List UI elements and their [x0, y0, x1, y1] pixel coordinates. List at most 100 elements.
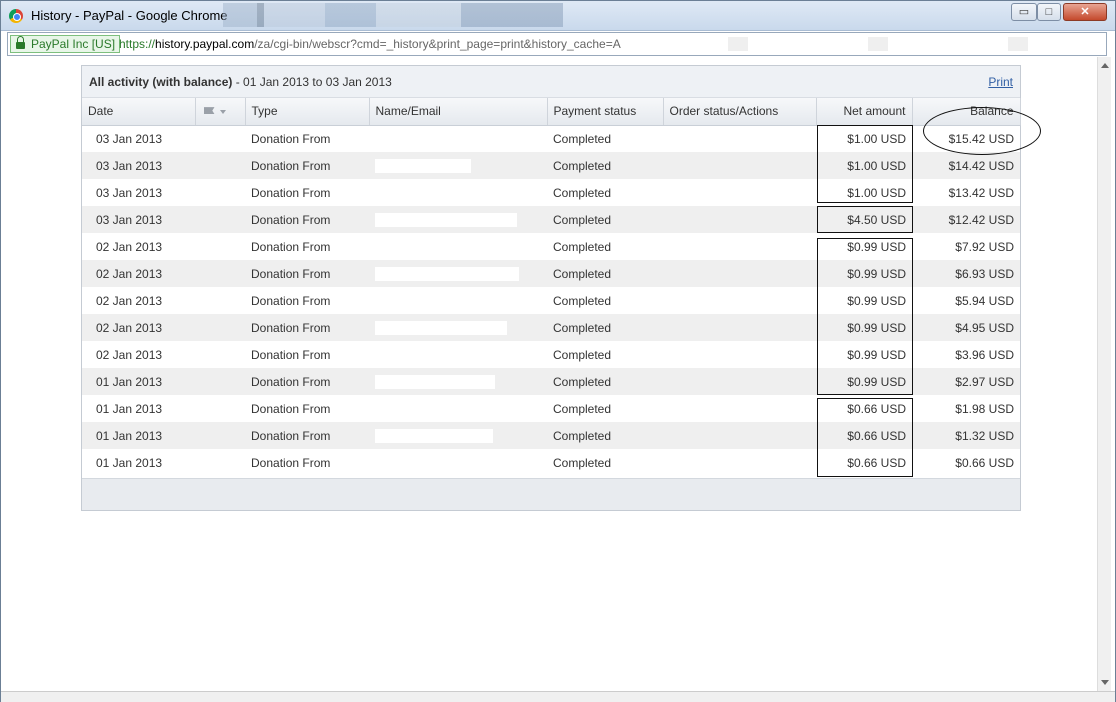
cell-date: 01 Jan 2013: [82, 368, 195, 395]
cell-type: Donation From: [251, 239, 331, 254]
lock-icon: [16, 36, 25, 49]
title-bar: History - PayPal - Google Chrome ▭ □ ✕: [1, 1, 1115, 31]
scroll-up-icon[interactable]: [1101, 63, 1109, 68]
cell-type: Donation From: [251, 185, 331, 200]
url-path: /za/cgi-bin/webscr?cmd=_history&print_pa…: [254, 37, 621, 51]
cell-type: Donation From: [251, 347, 331, 362]
chrome-icon: [9, 9, 23, 23]
cell-name: [369, 260, 547, 287]
cell-name: [369, 125, 547, 152]
cell-name: [369, 314, 547, 341]
col-header-flag[interactable]: [195, 98, 246, 126]
cell-date: 01 Jan 2013: [96, 455, 163, 470]
col-header-name[interactable]: Name/Email: [369, 98, 548, 126]
cell-order-status: [663, 152, 816, 179]
cell-flag: [195, 287, 245, 314]
url-protocol: https://: [119, 37, 156, 51]
url-text[interactable]: https://history.paypal.com/za/cgi-bin/we…: [119, 37, 679, 51]
cell-flag: [195, 179, 245, 206]
cell-payment-status: Completed: [547, 368, 663, 395]
cell-type: Donation From: [245, 206, 369, 233]
cell-payment-status: Completed: [553, 239, 612, 254]
col-header-payment-status[interactable]: Payment status: [547, 98, 664, 126]
cell-order-status: [663, 368, 816, 395]
cell-payment-status: Completed: [553, 293, 612, 308]
minimize-button[interactable]: ▭: [1011, 3, 1037, 21]
secure-label: PayPal Inc [US]: [31, 37, 116, 51]
cell-balance: $0.66 USD: [955, 455, 1014, 470]
cell-name: [369, 233, 547, 260]
cell-order-status: [663, 179, 816, 206]
cell-date: 02 Jan 2013: [82, 260, 195, 287]
cell-type: Donation From: [245, 152, 369, 179]
scroll-down-icon[interactable]: [1101, 680, 1109, 685]
cell-payment-status: Completed: [553, 401, 612, 416]
cell-flag: [195, 422, 245, 449]
annotation-box-2: [817, 206, 913, 233]
cell-order-status: [663, 287, 816, 314]
panel-footer: [82, 478, 1020, 510]
annotation-box-1: [817, 125, 913, 203]
col-header-date[interactable]: Date: [82, 98, 196, 126]
cell-order-status: [663, 314, 816, 341]
cell-payment-status: Completed: [553, 185, 612, 200]
maximize-button[interactable]: □: [1037, 3, 1061, 21]
cell-type: Donation From: [251, 401, 331, 416]
cell-flag: [195, 233, 245, 260]
cell-date: 01 Jan 2013: [96, 401, 163, 416]
cell-payment-status: Completed: [547, 260, 663, 287]
cell-order-status: [663, 341, 816, 368]
cell-type: Donation From: [245, 260, 369, 287]
cell-flag: [195, 368, 245, 395]
cell-type: Donation From: [251, 455, 331, 470]
cell-payment-status: Completed: [553, 131, 612, 146]
url-blurred: [668, 37, 1098, 51]
cell-flag: [195, 260, 245, 287]
flag-icon[interactable]: [202, 106, 226, 118]
redacted-name: [375, 158, 471, 173]
cell-balance: $7.92 USD: [955, 239, 1014, 254]
cell-type: Donation From: [251, 293, 331, 308]
url-host: history.paypal.com: [155, 37, 255, 51]
cell-payment-status: Completed: [547, 314, 663, 341]
cell-balance: $1.98 USD: [955, 401, 1014, 416]
cell-name: [369, 449, 547, 476]
cell-name: [369, 422, 547, 449]
cell-name: [369, 341, 547, 368]
close-button[interactable]: ✕: [1063, 3, 1107, 21]
print-link[interactable]: Print: [988, 75, 1013, 89]
cell-date: 03 Jan 2013: [96, 131, 163, 146]
cell-type: Donation From: [251, 131, 331, 146]
cell-name: [369, 287, 547, 314]
col-header-type[interactable]: Type: [245, 98, 370, 126]
panel-title-bold: All activity (with balance): [89, 75, 233, 89]
panel-title: All activity (with balance) - 01 Jan 201…: [89, 75, 392, 89]
cell-payment-status: Completed: [553, 347, 612, 362]
cell-date: 01 Jan 2013: [82, 422, 195, 449]
secure-badge[interactable]: PayPal Inc [US]: [10, 35, 121, 53]
redacted-name: [375, 320, 507, 335]
redacted-name: [375, 212, 517, 227]
cell-date: 02 Jan 2013: [96, 347, 163, 362]
address-bar[interactable]: PayPal Inc [US] https://history.paypal.c…: [7, 32, 1107, 56]
cell-type: Donation From: [245, 422, 369, 449]
col-header-order-status[interactable]: Order status/Actions: [663, 98, 817, 126]
cell-flag: [195, 152, 245, 179]
cell-order-status: [663, 395, 816, 422]
cell-name: [369, 206, 547, 233]
redacted-name: [375, 374, 495, 389]
cell-balance: $2.97 USD: [912, 368, 1020, 395]
cell-payment-status: Completed: [547, 206, 663, 233]
cell-payment-status: Completed: [547, 152, 663, 179]
cell-balance: $5.94 USD: [955, 293, 1014, 308]
cell-type: Donation From: [245, 368, 369, 395]
cell-flag: [195, 206, 245, 233]
cell-name: [369, 395, 547, 422]
cell-balance: $4.95 USD: [912, 314, 1020, 341]
cell-flag: [195, 314, 245, 341]
vertical-scrollbar[interactable]: [1097, 57, 1111, 691]
cell-order-status: [663, 125, 816, 152]
col-header-net-amount[interactable]: Net amount: [816, 98, 913, 126]
cell-date: 02 Jan 2013: [96, 239, 163, 254]
cell-order-status: [663, 449, 816, 476]
